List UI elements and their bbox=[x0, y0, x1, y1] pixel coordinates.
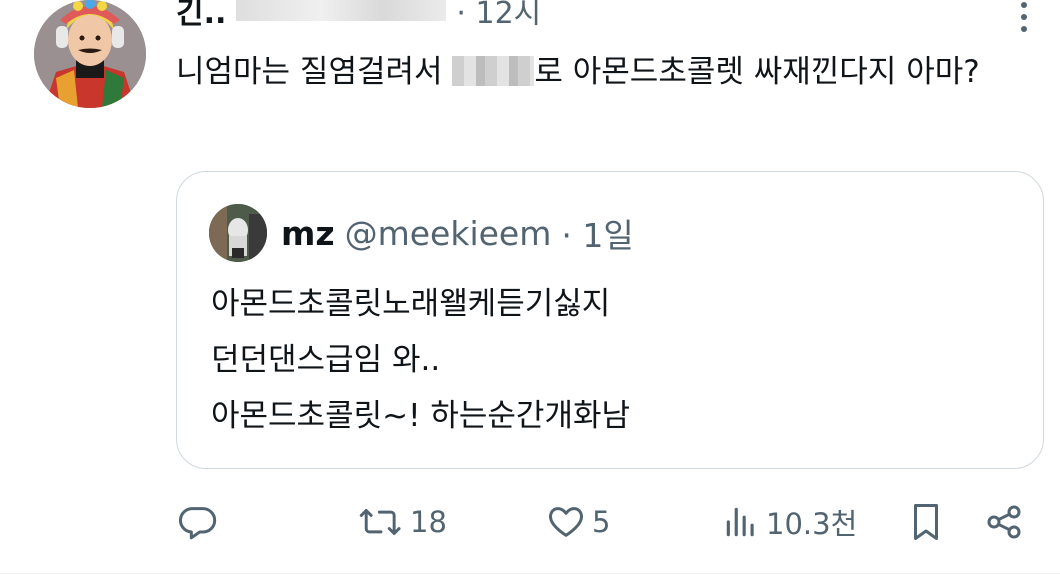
tweet-text-part-2: 로 아몬드초콜렛 싸재낀다지 아마? bbox=[534, 54, 980, 90]
bookmark-button[interactable] bbox=[908, 490, 944, 554]
author-avatar-image bbox=[34, 0, 146, 108]
more-icon[interactable] bbox=[1012, 0, 1036, 36]
reply-icon bbox=[178, 507, 217, 540]
quote-line: 아몬드초콜릿노래왤케듣기싫지 bbox=[211, 286, 611, 322]
share-button[interactable] bbox=[984, 490, 1024, 554]
like-button[interactable]: 5 bbox=[546, 490, 610, 554]
quote-header: mz @meekieem · 1일 bbox=[281, 204, 634, 262]
quote-author-handle[interactable]: @meekieem bbox=[345, 214, 552, 253]
bookmark-icon bbox=[914, 504, 938, 540]
redacted-handle bbox=[236, 0, 447, 21]
quote-line: 아몬드초콜릿~! 하는순간개화남 bbox=[211, 398, 631, 434]
tweet-text: 니엄마는 질염걸려서 로 아몬드초콜렛 싸재낀다지 아마? bbox=[176, 44, 1046, 100]
views-icon bbox=[726, 507, 754, 537]
tweet-timestamp[interactable]: · 12시 bbox=[456, 0, 541, 32]
quote-author-avatar[interactable] bbox=[209, 204, 267, 262]
tweet-header: 긴.. · 12시 bbox=[176, 0, 541, 32]
retweet-button[interactable]: 18 bbox=[358, 490, 447, 554]
views-count: 10.3천 bbox=[766, 507, 858, 541]
views-button[interactable]: 10.3천 bbox=[722, 490, 857, 554]
divider bbox=[0, 573, 1060, 574]
retweet-count: 18 bbox=[410, 505, 447, 539]
author-name[interactable]: 긴.. bbox=[176, 0, 226, 32]
action-bar: 18 5 10.3천 bbox=[0, 490, 1060, 554]
quote-line: 던던댄스급임 와.. bbox=[211, 342, 441, 378]
like-count: 5 bbox=[592, 505, 611, 539]
quote-timestamp[interactable]: · 1일 bbox=[561, 209, 633, 257]
quote-author-name[interactable]: mz bbox=[281, 214, 335, 253]
retweet-icon bbox=[359, 509, 401, 535]
share-icon bbox=[987, 505, 1021, 539]
reply-button[interactable] bbox=[178, 490, 224, 554]
quote-text: 아몬드초콜릿노래왤케듣기싫지 던던댄스급임 와.. 아몬드초콜릿~! 하는순간개… bbox=[211, 276, 630, 444]
tweet-text-part-1: 니엄마는 질염걸려서 bbox=[176, 54, 453, 90]
redacted-word bbox=[452, 56, 535, 86]
quoted-tweet[interactable]: mz @meekieem · 1일 아몬드초콜릿노래왤케듣기싫지 던던댄스급임 … bbox=[176, 171, 1044, 469]
author-avatar[interactable] bbox=[34, 0, 146, 108]
like-icon bbox=[549, 507, 583, 537]
